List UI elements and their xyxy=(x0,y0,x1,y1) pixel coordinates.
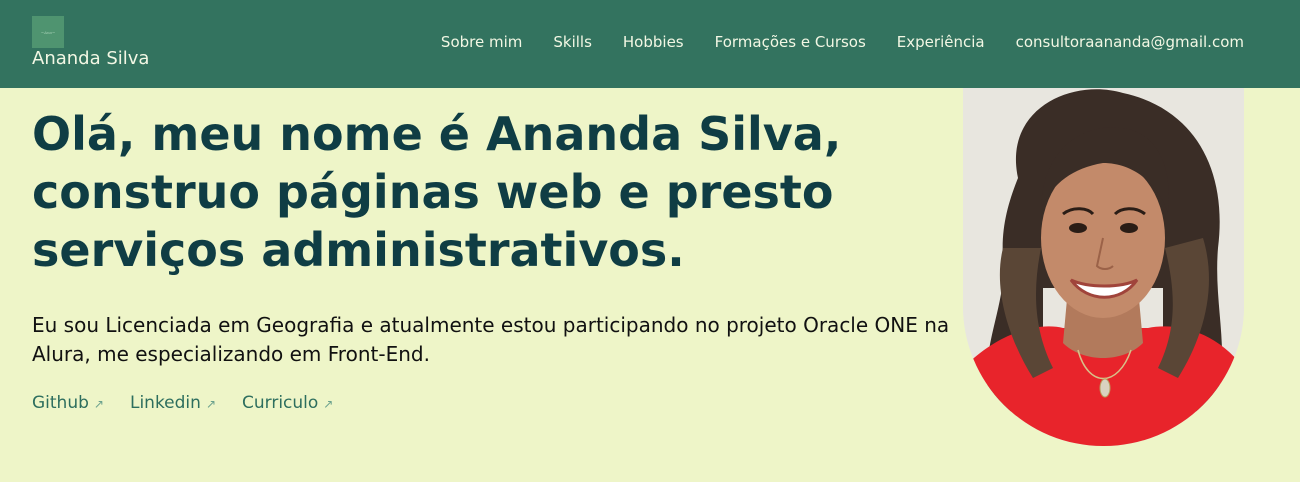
linkedin-link-label: Linkedin xyxy=(129,393,201,413)
linkedin-link[interactable]: Linkedin ↗ xyxy=(130,393,216,413)
arrow-up-right-icon: ↗ xyxy=(93,397,104,411)
github-link-label: Github xyxy=(32,393,89,413)
profile-photo xyxy=(963,88,1244,446)
nav-item-formacoes-cursos[interactable]: Formações e Cursos xyxy=(715,33,866,51)
logo[interactable]: ~Ana~ xyxy=(32,16,64,48)
profile-photo-illustration xyxy=(963,88,1244,446)
nav-item-experiencia[interactable]: Experiência xyxy=(897,33,985,51)
nav-item-skills[interactable]: Skills xyxy=(553,33,592,51)
nav-item-hobbies[interactable]: Hobbies xyxy=(623,33,684,51)
brand-name[interactable]: Ananda Silva xyxy=(32,48,149,69)
main-nav: Sobre mim Skills Hobbies Formações e Cur… xyxy=(441,33,1244,51)
arrow-up-right-icon: ↗ xyxy=(205,397,216,411)
nav-item-sobre-mim[interactable]: Sobre mim xyxy=(441,33,522,51)
curriculo-link-label: Curriculo xyxy=(242,393,319,413)
social-links: Github ↗ Linkedin ↗ Curriculo ↗ xyxy=(32,393,333,413)
site-header: ~Ana~ Ananda Silva Sobre mim Skills Hobb… xyxy=(0,0,1300,88)
hero-intro: Eu sou Licenciada em Geografia e atualme… xyxy=(32,313,950,366)
hero-headline: Olá, meu nome é Ananda Silva, construo p… xyxy=(32,107,842,277)
arrow-up-right-icon: ↗ xyxy=(323,397,334,411)
nav-item-email[interactable]: consultoraananda@gmail.com xyxy=(1016,33,1244,51)
curriculo-link[interactable]: Curriculo ↗ xyxy=(242,393,333,413)
github-link[interactable]: Github ↗ xyxy=(32,393,104,413)
logo-text: ~Ana~ xyxy=(40,29,56,35)
